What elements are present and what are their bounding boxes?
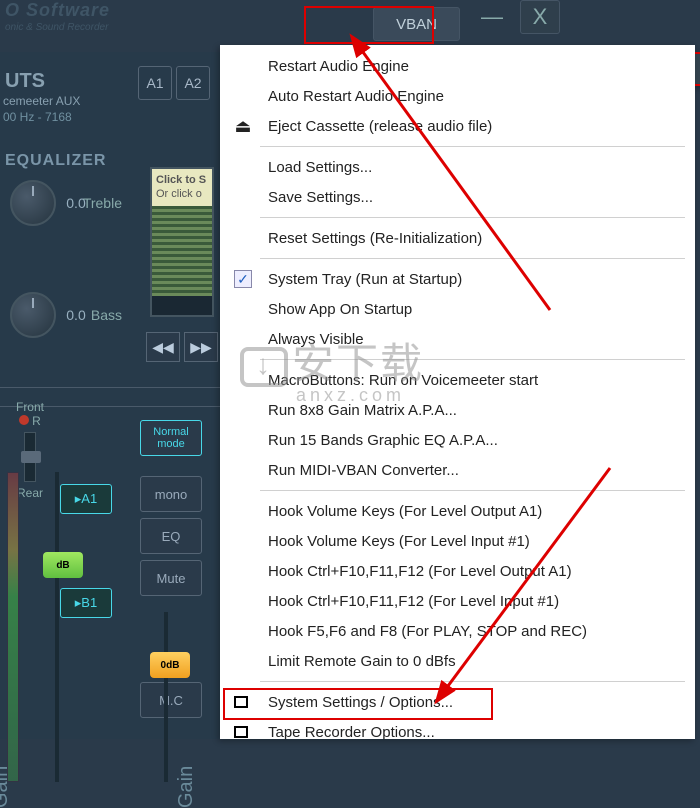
fader-2: 0dB Gain — [140, 612, 210, 782]
fader-2-track[interactable] — [164, 612, 168, 782]
menu-separator — [260, 359, 685, 360]
menu-system-settings[interactable]: System Settings / Options... — [220, 687, 695, 717]
menu-save-settings[interactable]: Save Settings... — [220, 182, 695, 212]
window-icon — [234, 726, 248, 738]
menu-separator — [260, 146, 685, 147]
cassette-tape — [152, 206, 212, 296]
minimize-button[interactable]: — — [472, 0, 512, 34]
gain-label-1: Gain — [0, 766, 13, 808]
r-label: R — [32, 414, 41, 428]
menu-reset-settings[interactable]: Reset Settings (Re-Initialization) — [220, 223, 695, 253]
menu-system-tray[interactable]: ✓System Tray (Run at Startup) — [220, 264, 695, 294]
menu-always-visible[interactable]: Always Visible — [220, 324, 695, 354]
menu-hook-vol-input[interactable]: Hook Volume Keys (For Level Input #1) — [220, 526, 695, 556]
menu-show-on-startup[interactable]: Show App On Startup — [220, 294, 695, 324]
main-menu-dropdown: Restart Audio Engine Auto Restart Audio … — [220, 45, 695, 739]
titlebar: O Software onic & Sound Recorder VBAN Me… — [0, 0, 700, 48]
mixer-panel: UTS cemeeter AUX 00 Hz - 7168 A1 A2 EQUA… — [0, 52, 220, 739]
eject-icon: ⏏ — [232, 116, 254, 137]
uts-label: UTS — [5, 70, 45, 93]
bus-a1-chip[interactable]: A1 — [138, 66, 172, 100]
vban-button[interactable]: VBAN — [373, 7, 460, 41]
cassette-line1: Click to S — [156, 174, 206, 186]
menu-auto-restart[interactable]: Auto Restart Audio Engine — [220, 81, 695, 111]
fader-1: dB Gain — [5, 472, 125, 782]
check-icon: ✓ — [234, 270, 252, 288]
menu-load-settings[interactable]: Load Settings... — [220, 152, 695, 182]
bass-label: Bass — [91, 307, 122, 323]
menu-separator — [260, 490, 685, 491]
menu-eject-cassette[interactable]: ⏏Eject Cassette (release audio file) — [220, 111, 695, 141]
menu-hook-f5f6f8[interactable]: Hook F5,F6 and F8 (For PLAY, STOP and RE… — [220, 616, 695, 646]
app-title: O Software — [0, 0, 110, 21]
bass-knob[interactable] — [10, 292, 56, 338]
cassette-line2: Or click o — [156, 188, 202, 200]
window-icon — [234, 696, 248, 708]
app-subtitle: onic & Sound Recorder — [5, 22, 108, 33]
normal-mode-button[interactable]: Normal mode — [140, 420, 202, 456]
mono-button[interactable]: mono — [140, 476, 202, 512]
cassette-deck[interactable]: Click to S Or click o — [150, 167, 214, 317]
bus-a2-chip[interactable]: A2 — [176, 66, 210, 100]
menu-hook-vol-output[interactable]: Hook Volume Keys (For Level Output A1) — [220, 496, 695, 526]
menu-macrobuttons[interactable]: MacroButtons: Run on Voicemeeter start — [220, 365, 695, 395]
eq-button[interactable]: EQ — [140, 518, 202, 554]
close-button[interactable]: X — [520, 0, 560, 34]
menu-restart-audio[interactable]: Restart Audio Engine — [220, 51, 695, 81]
menu-separator — [260, 681, 685, 682]
uts-rate: 00 Hz - 7168 — [3, 110, 72, 124]
menu-limit-remote[interactable]: Limit Remote Gain to 0 dBfs — [220, 646, 695, 676]
menu-separator — [260, 217, 685, 218]
treble-knob[interactable] — [10, 180, 56, 226]
rec-indicator — [19, 415, 29, 425]
mute-button[interactable]: Mute — [140, 560, 202, 596]
fader-1-thumb[interactable]: dB — [43, 552, 83, 578]
ffwd-button[interactable]: ▶▶ — [184, 332, 218, 362]
menu-run-midi-vban[interactable]: Run MIDI-VBAN Converter... — [220, 455, 695, 485]
menu-run-15bands[interactable]: Run 15 Bands Graphic EQ A.P.A... — [220, 425, 695, 455]
treble-label: Treble — [83, 195, 122, 211]
menu-hook-ctrl-output[interactable]: Hook Ctrl+F10,F11,F12 (For Level Output … — [220, 556, 695, 586]
fader-2-thumb[interactable]: 0dB — [150, 652, 190, 678]
menu-hook-ctrl-input[interactable]: Hook Ctrl+F10,F11,F12 (For Level Input #… — [220, 586, 695, 616]
rewind-button[interactable]: ◀◀ — [146, 332, 180, 362]
uts-device: cemeeter AUX — [3, 94, 80, 108]
menu-run-8x8[interactable]: Run 8x8 Gain Matrix A.P.A... — [220, 395, 695, 425]
meter-l — [7, 472, 19, 782]
menu-tape-recorder-options[interactable]: Tape Recorder Options... — [220, 717, 695, 739]
equalizer-label: EQUALIZER — [5, 152, 106, 170]
front-label: Front — [0, 400, 60, 414]
menu-separator — [260, 258, 685, 259]
gain-label-2: Gain — [175, 766, 198, 808]
fader-1-track[interactable] — [55, 472, 59, 782]
